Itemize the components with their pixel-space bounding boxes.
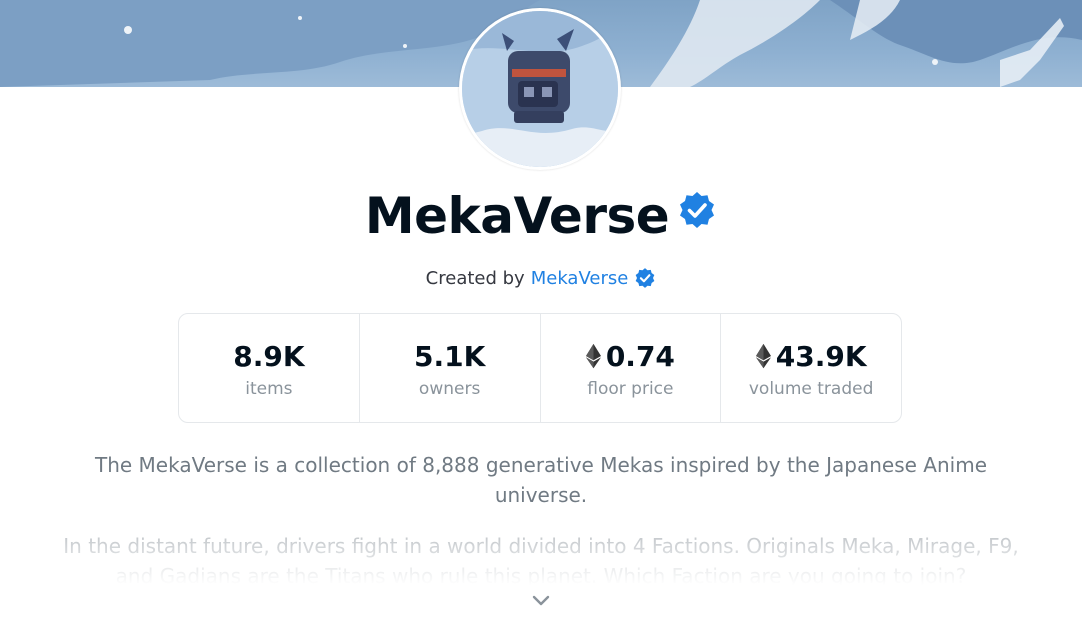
stat-value: 0.74 xyxy=(585,337,675,375)
ethereum-icon xyxy=(755,343,771,369)
stat-value-text: 43.9K xyxy=(775,339,867,373)
stat-value: 43.9K xyxy=(755,337,867,375)
collection-title-row: MekaVerse xyxy=(0,183,1082,249)
verified-badge-icon xyxy=(635,268,655,288)
stat-owners[interactable]: 5.1K owners xyxy=(360,314,541,422)
stat-label: volume traded xyxy=(748,379,874,399)
stat-items[interactable]: 8.9K items xyxy=(179,314,360,422)
verified-badge-icon xyxy=(680,192,715,228)
creator-link[interactable]: MekaVerse xyxy=(531,268,629,289)
stat-value: 5.1K xyxy=(414,337,485,375)
creator-row: Created by MekaVerse xyxy=(0,264,1082,292)
collection-description: The MekaVerse is a collection of 8,888 g… xyxy=(94,453,987,507)
collection-title: MekaVerse xyxy=(364,187,670,245)
stat-volume-traded[interactable]: 43.9K volume traded xyxy=(721,314,901,422)
collection-stats: 8.9K items 5.1K owners 0.74 floor price xyxy=(178,313,902,423)
stat-value-text: 0.74 xyxy=(605,339,675,373)
collection-avatar xyxy=(459,8,621,170)
stat-label: owners xyxy=(418,379,481,399)
stat-value-text: 8.9K xyxy=(233,339,305,373)
chevron-down-icon[interactable] xyxy=(530,592,552,610)
stat-value: 8.9K xyxy=(233,337,304,375)
stat-label: items xyxy=(245,379,293,399)
creator-prefix: Created by xyxy=(425,267,525,289)
ethereum-icon xyxy=(585,343,601,369)
stat-value-text: 5.1K xyxy=(413,339,486,373)
stat-floor-price[interactable]: 0.74 floor price xyxy=(541,314,722,422)
stat-label: floor price xyxy=(587,379,674,399)
collection-description-more: In the distant future, drivers fight in … xyxy=(63,534,1019,585)
